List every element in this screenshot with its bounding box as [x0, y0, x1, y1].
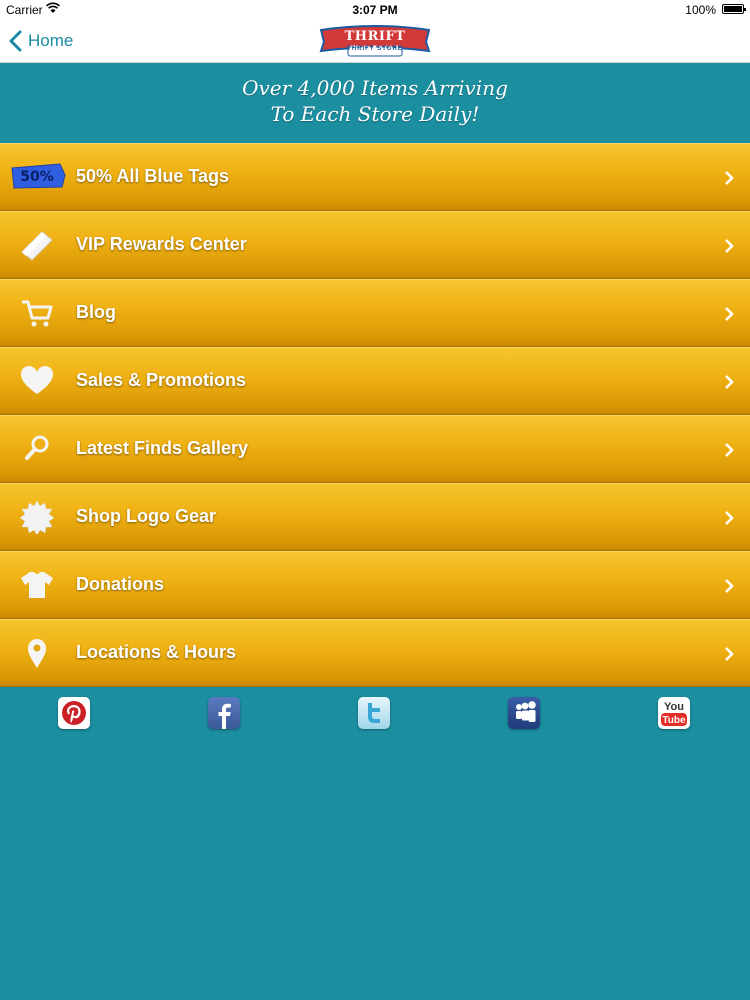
chevron-left-icon — [9, 30, 22, 52]
twitter-icon[interactable] — [358, 697, 390, 729]
tag-text: 50% — [20, 169, 54, 185]
logo-text: THRIFT TOWN — [344, 29, 406, 59]
chevron-right-icon — [725, 443, 734, 457]
navigation-bar: Home THRIFT TOWN THRIFT STORE — [0, 20, 750, 63]
menu-item-blog[interactable]: Blog — [0, 279, 750, 347]
chevron-right-icon — [725, 511, 734, 525]
banner-line-1: Over 4,000 Items Arriving — [242, 76, 508, 100]
heart-icon — [18, 364, 56, 398]
menu-item-vip-rewards[interactable]: VIP Rewards Center — [0, 211, 750, 279]
back-button[interactable]: Home — [8, 28, 73, 54]
status-bar: Carrier 3:07 PM 100% — [0, 0, 750, 20]
menu-item-label: Blog — [76, 302, 116, 322]
menu-item-label: Sales & Promotions — [76, 370, 247, 390]
chevron-right-icon — [725, 171, 734, 185]
chevron-right-icon — [725, 307, 734, 321]
youtube-icon[interactable]: You Tube — [658, 697, 690, 729]
banner-line-2: To Each Store Daily! — [270, 102, 480, 126]
map-pin-icon — [18, 636, 56, 670]
menu-item-locations-hours[interactable]: Locations & Hours — [0, 619, 750, 687]
youtube-you-text: You — [664, 701, 684, 713]
clock: 3:07 PM — [352, 3, 398, 17]
menu-item-shop-logo-gear[interactable]: Shop Logo Gear — [0, 483, 750, 551]
logo-subtext: THRIFT STORE — [347, 46, 403, 52]
chevron-right-icon — [725, 375, 734, 389]
menu-item-label: Donations — [76, 574, 164, 594]
chevron-right-icon — [725, 647, 734, 661]
menu-item-label: Shop Logo Gear — [76, 506, 217, 526]
chevron-right-icon — [725, 579, 734, 593]
back-label: Home — [28, 31, 74, 50]
blue-tag-icon: 50% — [11, 163, 66, 189]
menu-item-label: 50% All Blue Tags — [76, 166, 230, 186]
chevron-right-icon — [725, 239, 734, 253]
youtube-tube-text: Tube — [662, 715, 686, 726]
facebook-icon[interactable] — [208, 697, 240, 729]
menu-item-blue-tags[interactable]: 50% 50% All Blue Tags — [0, 143, 750, 211]
seal-icon — [18, 500, 56, 534]
magnifier-icon — [18, 432, 56, 466]
pinterest-icon[interactable] — [58, 697, 90, 729]
battery-percent: 100% — [685, 3, 716, 17]
ticket-icon — [18, 228, 56, 262]
menu-item-label: Locations & Hours — [76, 642, 237, 662]
social-links-bar: You Tube — [0, 697, 750, 737]
myspace-icon[interactable] — [508, 697, 540, 729]
battery-icon — [722, 4, 746, 14]
cart-icon — [18, 296, 56, 330]
tshirt-icon — [18, 568, 56, 602]
menu-item-label: VIP Rewards Center — [76, 234, 247, 254]
menu-item-label: Latest Finds Gallery — [76, 438, 249, 458]
promo-banner: Over 4,000 Items Arriving To Each Store … — [0, 63, 750, 143]
menu-item-sales-promotions[interactable]: Sales & Promotions — [0, 347, 750, 415]
menu-item-donations[interactable]: Donations — [0, 551, 750, 619]
thrift-town-logo: THRIFT TOWN THRIFT STORE — [318, 24, 432, 59]
menu-item-latest-finds[interactable]: Latest Finds Gallery — [0, 415, 750, 483]
main-menu: 50% 50% All Blue Tags VIP Rewards Center… — [0, 143, 750, 687]
